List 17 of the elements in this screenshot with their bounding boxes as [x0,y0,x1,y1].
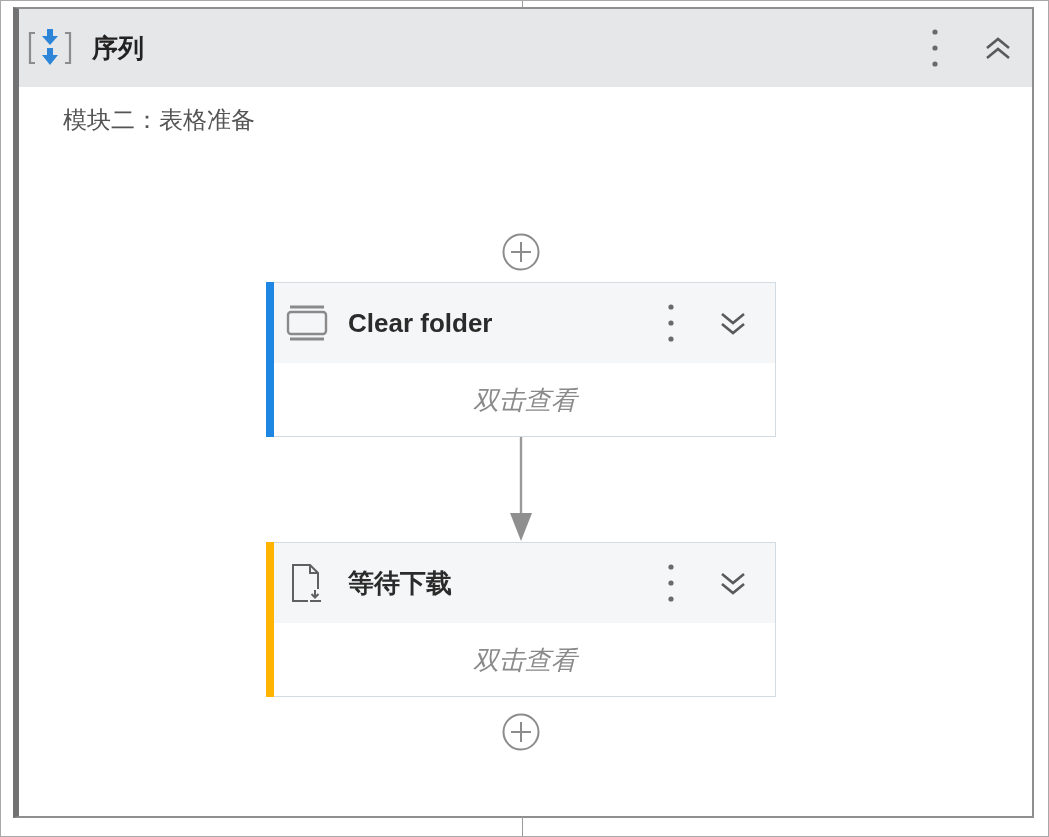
activity-hint: 双击查看 [472,643,577,676]
kebab-icon [668,564,674,602]
file-download-icon [291,563,323,603]
activity-hint: 双击查看 [472,383,577,416]
sequence-title: 序列 [92,32,144,64]
activity-card[interactable]: Clear folder 双击查看 [266,282,776,437]
plus-circle-icon [502,713,540,751]
activity-title: Clear folder [348,307,493,339]
kebab-icon [668,304,674,342]
add-button[interactable] [502,233,540,271]
window-icon [286,305,328,341]
activity-title: 等待下载 [348,567,452,599]
kebab-icon [932,29,938,67]
plus-circle-icon [502,233,540,271]
sequence-description: 模块二：表格准备 [63,105,255,135]
activity-card[interactable]: 等待下载 双击查看 [266,542,776,697]
add-button[interactable] [502,713,540,751]
